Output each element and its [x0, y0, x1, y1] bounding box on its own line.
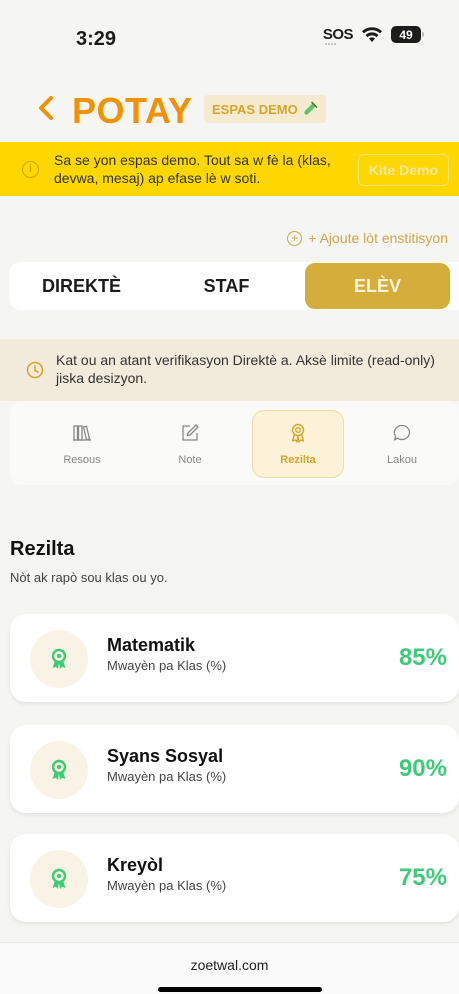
- home-indicator[interactable]: [158, 987, 322, 992]
- result-card[interactable]: Syans Sosyal Mwayèn pa Klas (%) 90%: [10, 725, 459, 813]
- result-score: 90%: [398, 755, 447, 782]
- footer-url[interactable]: zoetwal.com: [0, 957, 459, 973]
- result-score: 75%: [398, 864, 447, 891]
- role-tab-elev[interactable]: ELÈV: [305, 263, 450, 309]
- tab-rezilta[interactable]: Rezilta: [252, 410, 344, 478]
- result-description: Mwayèn pa Klas (%): [107, 878, 227, 893]
- test-tube-icon: [304, 101, 318, 115]
- section-title: Rezilta: [10, 538, 75, 560]
- section-tabs: Resous Note Rezilta Lakou: [10, 401, 459, 485]
- library-icon: [73, 425, 91, 441]
- status-icons: SOS •••• 49: [322, 26, 424, 48]
- status-time: 3:29: [76, 28, 117, 50]
- result-description: Mwayèn pa Klas (%): [107, 658, 227, 673]
- add-institution-link[interactable]: + + Ajoute lòt enstitisyon: [287, 230, 448, 246]
- sos-label: SOS: [322, 26, 354, 43]
- award-icon: [291, 423, 305, 443]
- demo-badge-label: ESPAS DEMO: [212, 101, 298, 117]
- result-description: Mwayèn pa Klas (%): [107, 769, 227, 784]
- award-icon: [51, 648, 67, 669]
- role-tab-staf[interactable]: STAF: [154, 262, 299, 310]
- add-institution-label: + Ajoute lòt enstitisyon: [308, 230, 448, 246]
- result-subject: Matematik: [107, 635, 196, 655]
- demo-banner-text: Sa se yon espas demo. Tout sa w fè la (k…: [54, 152, 331, 186]
- award-icon: [51, 759, 67, 780]
- result-score: 85%: [398, 644, 447, 671]
- tab-label: Resous: [63, 454, 101, 466]
- demo-banner: i Sa se yon espas demo. Tout sa w fè la …: [0, 142, 459, 196]
- browser-footer: zoetwal.com: [0, 942, 459, 994]
- plus-circle-icon: +: [287, 230, 303, 246]
- leave-demo-button[interactable]: Kite Demo: [357, 154, 449, 186]
- tab-note[interactable]: Note: [144, 410, 236, 478]
- clock-icon: [26, 361, 44, 379]
- result-icon-wrap: [30, 850, 88, 908]
- info-icon: i: [22, 161, 39, 178]
- role-tab-direkte[interactable]: DIREKTÈ: [9, 262, 154, 310]
- result-card[interactable]: Matematik Mwayèn pa Klas (%) 85%: [10, 614, 459, 702]
- result-card[interactable]: Kreyòl Mwayèn pa Klas (%) 75%: [10, 834, 459, 922]
- edit-note-icon: [182, 424, 199, 441]
- result-subject: Syans Sosyal: [107, 746, 224, 766]
- status-bar: 3:29 SOS •••• 49: [0, 0, 459, 70]
- back-button[interactable]: [36, 94, 60, 122]
- verification-banner: Kat ou an atant verifikasyon Direktè a. …: [0, 339, 459, 401]
- sos-indicator: SOS ••••: [322, 26, 354, 48]
- result-icon-wrap: [30, 741, 88, 799]
- tab-label: Rezilta: [280, 454, 316, 466]
- tab-label: Note: [178, 454, 202, 466]
- wifi-icon: [362, 26, 382, 42]
- demo-badge: ESPAS DEMO: [204, 95, 326, 123]
- result-subject: Kreyòl: [107, 855, 164, 875]
- chevron-left-icon: [39, 96, 53, 120]
- chat-bubble-icon: [393, 424, 411, 441]
- role-tabs: DIREKTÈ STAF ELÈV: [9, 262, 459, 310]
- page-title: POTAY: [72, 90, 193, 131]
- section-subtitle: Nòt ak rapò sou klas ou yo.: [10, 570, 168, 585]
- result-icon-wrap: [30, 630, 88, 688]
- verification-text: Kat ou an atant verifikasyon Direktè a. …: [56, 352, 435, 386]
- tab-label: Lakou: [387, 454, 417, 466]
- award-icon: [51, 868, 67, 889]
- battery-icon: 49: [391, 26, 424, 43]
- app-header: POTAY ESPAS DEMO: [0, 86, 459, 132]
- tab-resous[interactable]: Resous: [36, 410, 128, 478]
- tab-lakou[interactable]: Lakou: [356, 410, 448, 478]
